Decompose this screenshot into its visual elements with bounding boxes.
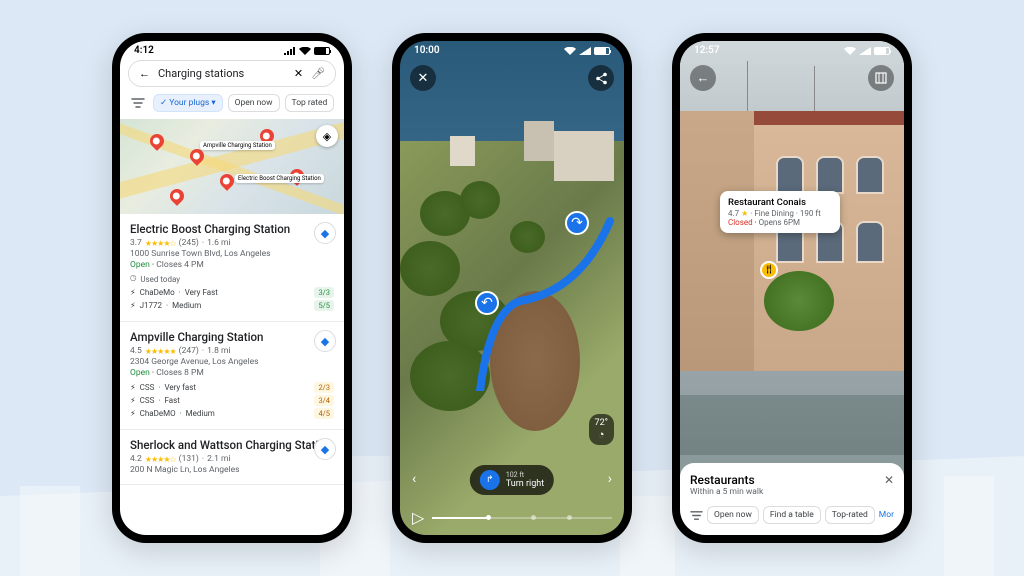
more-link[interactable]: More xyxy=(879,510,894,520)
poi-hours: Closed · Opens 6PM xyxy=(728,218,832,227)
battery-icon xyxy=(314,47,330,55)
clock-icon: 🕓︎ xyxy=(130,274,136,284)
result-title: Sherlock and Wattson Charging Station xyxy=(130,438,334,452)
result-hours: Open · Closes 8 PM xyxy=(130,368,334,378)
immersive-scene[interactable]: ↶ ↷ xyxy=(400,41,624,535)
clock: 10:00 xyxy=(414,45,440,56)
signal-icon xyxy=(859,47,871,55)
layers-button[interactable]: ◈ xyxy=(316,125,338,147)
bolt-icon: ⚡︎ xyxy=(130,288,136,297)
sheet-title: Restaurants xyxy=(690,473,763,487)
bolt-icon: ⚡︎ xyxy=(130,396,136,405)
chip-your-plugs[interactable]: ✓ Your plugs ▾ xyxy=(153,94,223,112)
status-bar: 4:12 xyxy=(120,41,344,58)
result-card[interactable]: ◆ Ampville Charging Station 4.5★★★★★ (24… xyxy=(120,322,344,430)
weather-icon: ◔ xyxy=(595,428,608,441)
result-meta: 4.5★★★★★ (247) · 1.8 mi xyxy=(130,346,334,356)
back-button[interactable]: ← xyxy=(690,65,716,91)
chip-find-table[interactable]: Find a table xyxy=(763,506,821,524)
result-address: 1000 Sunrise Town Blvd, Los Angeles xyxy=(130,249,334,259)
status-bar: 12:57 xyxy=(680,41,904,58)
plug-row: ⚡︎ChaDeMO · Medium4/5 xyxy=(130,408,334,419)
play-icon[interactable]: ▷ xyxy=(412,508,424,527)
signal-icon xyxy=(284,47,296,55)
filter-icon[interactable] xyxy=(128,93,148,113)
plug-row: ⚡︎CSS · Very fast2/3 xyxy=(130,382,334,393)
mic-icon[interactable]: 🎤︎ xyxy=(311,67,325,80)
plug-row: ⚡︎J1772 · Medium5/5 xyxy=(130,300,334,311)
battery-icon xyxy=(594,47,610,55)
map-view[interactable]: Ampville Charging Station Electric Boost… xyxy=(120,119,344,214)
chip-open-now[interactable]: Open now xyxy=(228,94,280,112)
plug-row: ⚡︎CSS · Fast3/4 xyxy=(130,395,334,406)
battery-icon xyxy=(874,47,890,55)
nav-arrow-icon: ↶ xyxy=(475,291,499,315)
result-meta: 3.7★★★★☆ (245) · 1.6 mi xyxy=(130,238,334,248)
chevron-right-icon[interactable]: › xyxy=(608,471,612,487)
bolt-icon: ⚡︎ xyxy=(130,409,136,418)
filter-row: ✓ Your plugs ▾ Open now Top rated xyxy=(120,93,344,119)
poi-name: Restaurant Conais xyxy=(728,197,832,208)
close-button[interactable]: ✕ xyxy=(410,65,436,91)
wifi-icon xyxy=(299,47,311,55)
clear-icon[interactable]: ✕ xyxy=(294,67,303,80)
result-address: 200 N Magic Ln, Los Angeles xyxy=(130,465,334,475)
timeline-slider[interactable] xyxy=(432,517,612,519)
phone-charging-stations: 4:12 ← Charging stations ✕ 🎤︎ ✓ Your plu… xyxy=(112,33,352,543)
bolt-icon: ⚡︎ xyxy=(130,301,136,310)
result-address: 2304 George Avenue, Los Angeles xyxy=(130,357,334,367)
poi-meta: 4.7 ★ · Fine Dining · 190 ft xyxy=(728,209,832,218)
close-icon[interactable]: ✕ xyxy=(884,473,894,487)
restaurant-pin-icon[interactable]: 🍴︎ xyxy=(760,261,778,279)
result-title: Electric Boost Charging Station xyxy=(130,222,334,236)
back-icon[interactable]: ← xyxy=(139,67,150,80)
result-hours: Open · Closes 4 PM xyxy=(130,260,334,270)
filter-chips: Open now Find a table Top-rated More xyxy=(690,505,894,525)
phone-immersive-nav: ↶ ↷ 10:00 ✕ 72° ◔ ‹ › ↱ 102 ftTurn right… xyxy=(392,33,632,543)
chip-top-rated[interactable]: Top rated xyxy=(285,94,335,112)
result-title: Ampville Charging Station xyxy=(130,330,334,344)
map-label-ampville[interactable]: Ampville Charging Station xyxy=(200,141,275,150)
directions-button[interactable]: ◆ xyxy=(314,330,336,352)
bottom-sheet[interactable]: Restaurants Within a 5 min walk ✕ Open n… xyxy=(680,463,904,535)
phone-ar-restaurants: 12:57 ← Restaurant Conais 4.7 ★ · Fine D… xyxy=(672,33,912,543)
signal-icon xyxy=(579,47,591,55)
search-bar[interactable]: ← Charging stations ✕ 🎤︎ xyxy=(128,60,336,87)
poi-card[interactable]: Restaurant Conais 4.7 ★ · Fine Dining · … xyxy=(720,191,840,233)
temperature-badge: 72° ◔ xyxy=(589,414,614,445)
chevron-left-icon[interactable]: ‹ xyxy=(412,471,416,487)
nav-instruction: ↱ 102 ftTurn right xyxy=(470,465,554,495)
playback-controls: ▷ xyxy=(400,508,624,527)
search-input[interactable]: Charging stations xyxy=(158,67,286,80)
clock: 4:12 xyxy=(134,45,154,56)
nav-arrow-icon: ↷ xyxy=(565,211,589,235)
share-button[interactable] xyxy=(588,65,614,91)
ar-scene[interactable] xyxy=(680,41,904,535)
used-today: 🕓︎Used today xyxy=(130,274,334,284)
chip-top-rated[interactable]: Top-rated xyxy=(825,506,875,524)
result-card[interactable]: ◆ Electric Boost Charging Station 3.7★★★… xyxy=(120,214,344,322)
status-bar: 10:00 xyxy=(400,41,624,58)
filter-icon[interactable] xyxy=(690,505,703,525)
result-card[interactable]: ◆ Sherlock and Wattson Charging Station … xyxy=(120,430,344,485)
wifi-icon xyxy=(844,47,856,55)
plug-row: ⚡︎ChaDeMo · Very Fast3/3 xyxy=(130,287,334,298)
clock: 12:57 xyxy=(694,45,720,56)
results-list: ◆ Electric Boost Charging Station 3.7★★★… xyxy=(120,214,344,485)
directions-button[interactable]: ◆ xyxy=(314,438,336,460)
map-button[interactable] xyxy=(868,65,894,91)
map-pin[interactable] xyxy=(167,186,187,206)
wifi-icon xyxy=(564,47,576,55)
sheet-subtitle: Within a 5 min walk xyxy=(690,487,763,497)
map-label-electric[interactable]: Electric Boost Charging Station xyxy=(235,174,324,183)
turn-right-icon: ↱ xyxy=(480,470,500,490)
bolt-icon: ⚡︎ xyxy=(130,383,136,392)
result-meta: 4.2★★★★☆ (131) · 2.1 mi xyxy=(130,454,334,464)
directions-button[interactable]: ◆ xyxy=(314,222,336,244)
chip-open-now[interactable]: Open now xyxy=(707,506,759,524)
